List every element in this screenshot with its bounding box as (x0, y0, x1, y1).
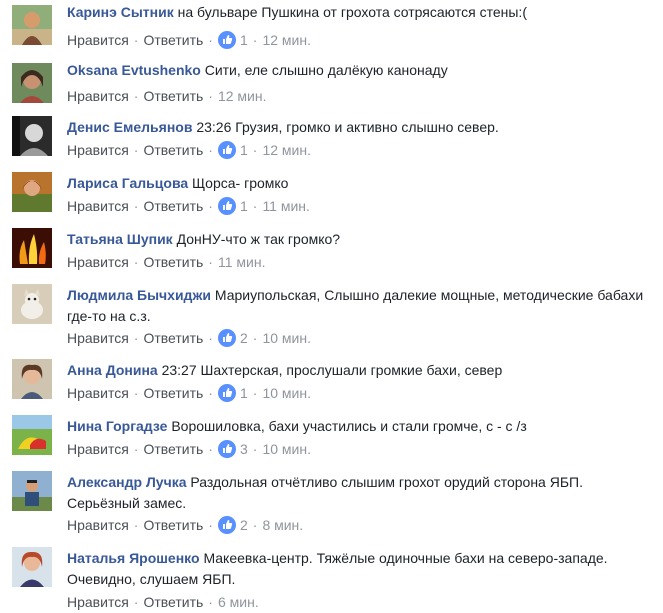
comment-time[interactable]: 10 мин. (262, 441, 311, 457)
thumbs-up-icon (217, 197, 236, 215)
comment-author[interactable]: Денис Емельянов (67, 119, 192, 135)
comment-author[interactable]: Анна Донина (67, 362, 158, 378)
reply-button[interactable]: Ответить (143, 594, 203, 610)
comment-actions: Нравится · Ответить · 6 мин. (67, 594, 259, 610)
comment-actions: Нравится · Ответить · 1 · 11 мин. (67, 195, 310, 217)
thumbs-up-icon (217, 141, 236, 159)
reaction-summary[interactable]: 2 (217, 514, 248, 536)
reply-button[interactable]: Ответить (143, 441, 203, 457)
like-button[interactable]: Нравится (67, 385, 129, 401)
comment-text: 23:26 Грузия, громко и активно слышно се… (196, 119, 499, 135)
reply-button[interactable]: Ответить (143, 385, 203, 401)
comment-time[interactable]: 12 мин. (218, 88, 267, 104)
thumbs-up-icon (217, 329, 236, 347)
reaction-summary[interactable]: 1 (217, 29, 248, 51)
like-count: 3 (239, 441, 248, 457)
comment-time[interactable]: 12 мин. (262, 142, 311, 158)
reply-button[interactable]: Ответить (143, 32, 203, 48)
avatar[interactable] (12, 547, 52, 587)
reaction-summary[interactable]: 1 (217, 382, 248, 404)
avatar[interactable] (12, 471, 52, 511)
like-button[interactable]: Нравится (67, 594, 129, 610)
comment-author[interactable]: Лариса Гальцова (67, 175, 188, 191)
avatar[interactable] (12, 5, 52, 45)
like-button[interactable]: Нравится (67, 198, 129, 214)
comment-actions: Нравится · Ответить · 2 · 10 мин. (67, 327, 311, 349)
comment-time[interactable]: 11 мин. (262, 198, 310, 214)
like-count: 2 (239, 517, 248, 533)
comment-actions: Нравится · Ответить · 3 · 10 мин. (67, 438, 311, 460)
comment-author[interactable]: Oksana Evtushenko (67, 62, 201, 78)
comment-author[interactable]: Людмила Бычхиджи (67, 287, 211, 303)
like-button[interactable]: Нравится (67, 88, 129, 104)
like-count: 1 (239, 142, 248, 158)
like-count: 2 (239, 330, 248, 346)
comment-time[interactable]: 10 мин. (262, 385, 311, 401)
reaction-summary[interactable]: 2 (217, 327, 248, 349)
comment-actions: Нравится · Ответить · 1 · 12 мин. (67, 139, 311, 161)
comment-time[interactable]: 12 мин. (262, 32, 311, 48)
avatar[interactable] (12, 415, 52, 455)
comment-text: Сити, еле слышно далёкую канонаду (204, 62, 448, 78)
reaction-summary[interactable]: 1 (217, 195, 248, 217)
comment-text: 23:27 Шахтерская, прослушали громкие бах… (161, 362, 503, 378)
comment-author[interactable]: Александр Лучка (67, 474, 187, 490)
like-button[interactable]: Нравится (67, 330, 129, 346)
like-button[interactable]: Нравится (67, 32, 129, 48)
reaction-summary[interactable]: 3 (217, 438, 248, 460)
reply-button[interactable]: Ответить (143, 88, 203, 104)
reply-button[interactable]: Ответить (143, 330, 203, 346)
comment-author[interactable]: Каринэ Сытник (67, 4, 174, 20)
comment-text: Щорса- громко (192, 175, 289, 191)
reply-button[interactable]: Ответить (143, 198, 203, 214)
like-button[interactable]: Нравится (67, 254, 129, 270)
avatar[interactable] (12, 116, 52, 156)
avatar[interactable] (12, 359, 52, 399)
reply-button[interactable]: Ответить (143, 142, 203, 158)
comment-author[interactable]: Наталья Ярошенко (67, 550, 200, 566)
comment-time[interactable]: 6 мин. (218, 594, 259, 610)
comment-actions: Нравится · Ответить · 2 · 8 мин. (67, 514, 303, 536)
thumbs-up-icon (217, 384, 236, 402)
like-button[interactable]: Нравится (67, 441, 129, 457)
comment-time[interactable]: 10 мин. (262, 330, 311, 346)
comment-time[interactable]: 11 мин. (218, 254, 266, 270)
comment-text: Ворошиловка, бахи участились и стали гро… (171, 418, 527, 434)
comment-list: Каринэ Сытник на бульваре Пушкина от гро… (0, 0, 663, 612)
like-count: 1 (239, 385, 248, 401)
like-count: 1 (239, 32, 248, 48)
reply-button[interactable]: Ответить (143, 517, 203, 533)
avatar[interactable] (12, 228, 52, 268)
avatar[interactable] (12, 63, 52, 103)
comment-actions: Нравится · Ответить · 11 мин. (67, 254, 266, 270)
comment-text: на бульваре Пушкина от грохота сотрясают… (177, 4, 527, 20)
like-button[interactable]: Нравится (67, 517, 129, 533)
reply-button[interactable]: Ответить (143, 254, 203, 270)
avatar[interactable] (12, 284, 52, 324)
thumbs-up-icon (217, 440, 236, 458)
comment-actions: Нравится · Ответить · 1 · 10 мин. (67, 382, 311, 404)
avatar[interactable] (12, 172, 52, 212)
comment-author[interactable]: Нина Горгадзе (67, 418, 167, 434)
comment-time[interactable]: 8 мин. (262, 517, 303, 533)
comment-text: ДонНУ-что ж так громко? (176, 231, 341, 247)
thumbs-up-icon (217, 516, 236, 534)
comment-actions: Нравится · Ответить · 12 мин. (67, 88, 267, 104)
reaction-summary[interactable]: 1 (217, 139, 248, 161)
comment-actions: Нравится · Ответить · 1 · 12 мин. (67, 29, 311, 51)
thumbs-up-icon (217, 31, 236, 49)
like-count: 1 (239, 198, 248, 214)
like-button[interactable]: Нравится (67, 142, 129, 158)
comment-author[interactable]: Татьяна Шупик (67, 231, 173, 247)
